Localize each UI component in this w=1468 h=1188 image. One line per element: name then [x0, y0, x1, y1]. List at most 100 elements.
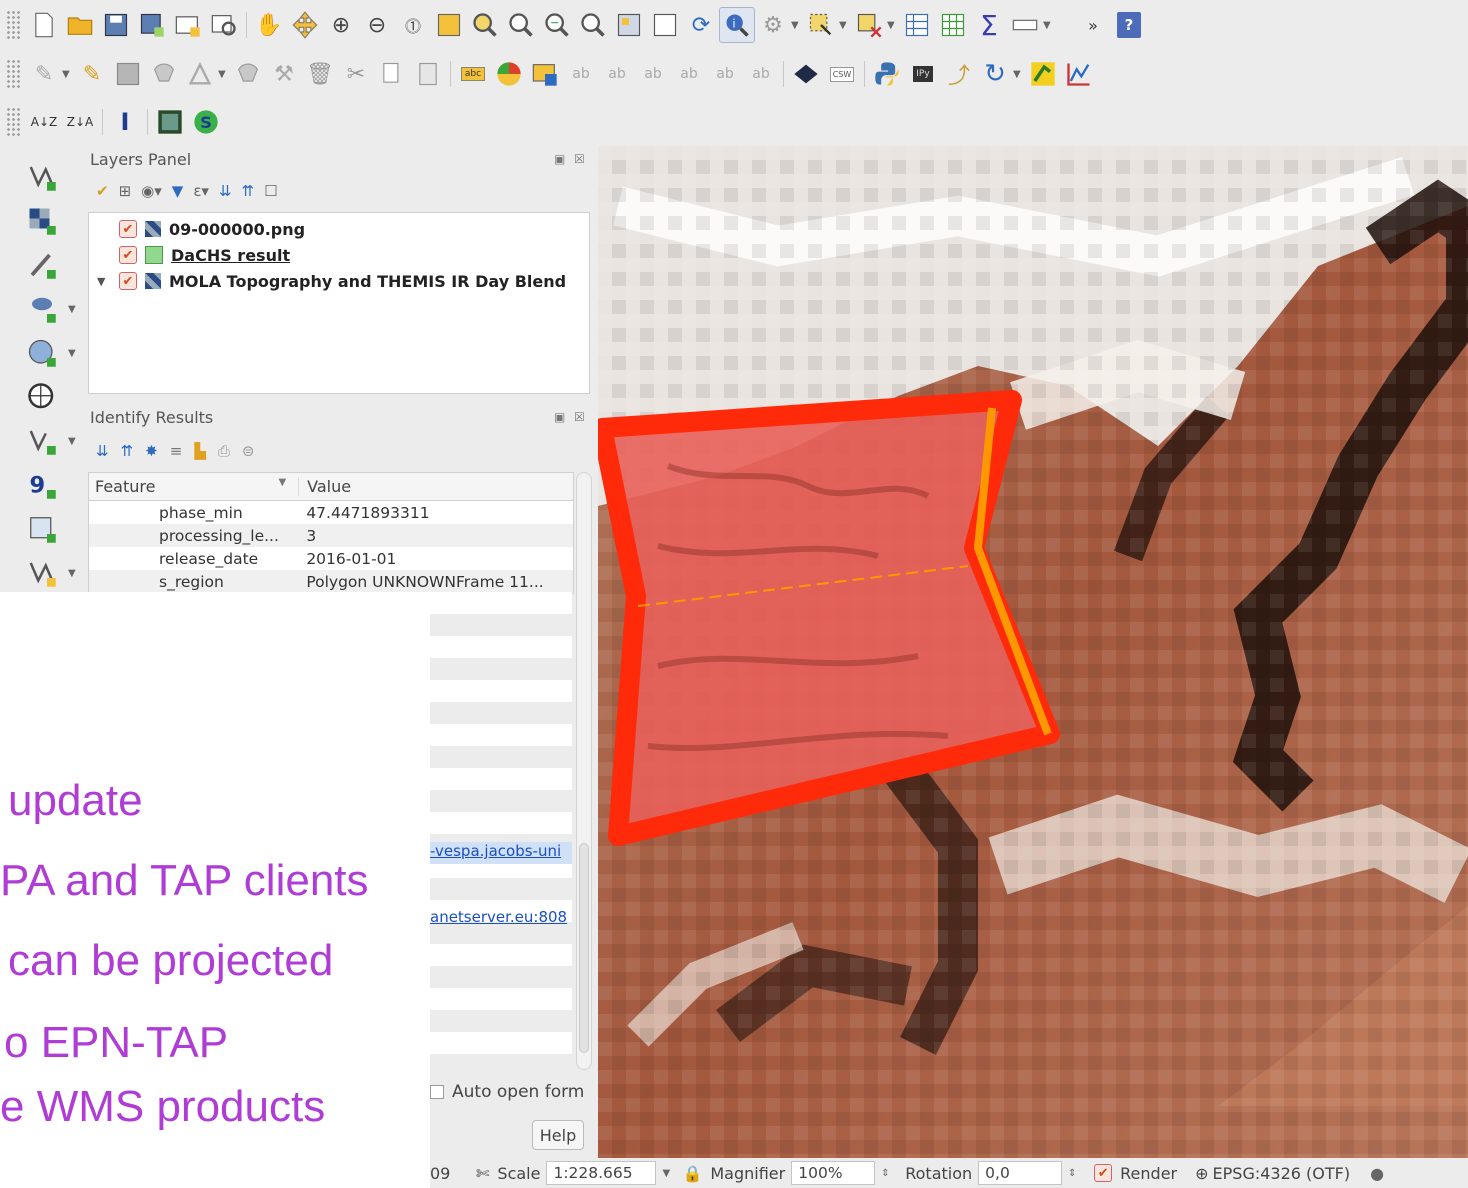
copy-features-icon[interactable] — [374, 56, 410, 92]
filter-expression-icon[interactable]: ε▾ — [193, 182, 209, 200]
s-plugin-icon[interactable]: S — [188, 104, 224, 140]
pin-labels-icon[interactable] — [527, 56, 563, 92]
table-row[interactable]: processing_le... 3 — [89, 524, 573, 547]
refresh-icon[interactable]: ⟳ — [683, 7, 719, 43]
identify-icon[interactable]: i — [719, 7, 755, 43]
chevron-down-icon[interactable]: ▼ — [62, 69, 74, 80]
clear-results-icon[interactable]: ≡ — [170, 442, 183, 460]
move-feature-icon[interactable] — [230, 56, 266, 92]
chevron-down-icon[interactable]: ▼ — [68, 348, 76, 359]
scale-input[interactable]: 1:228.665 — [546, 1161, 657, 1185]
access-url-link[interactable]: -vespa.jacobs-uni — [430, 842, 572, 864]
remove-layer-icon[interactable]: ☐ — [264, 182, 277, 200]
add-wms-layer-icon[interactable] — [22, 336, 62, 370]
help-icon[interactable]: ? — [1117, 12, 1141, 38]
zoom-native-icon[interactable]: ⓵ — [395, 7, 431, 43]
copy-feature-icon[interactable]: ▙ — [194, 442, 206, 460]
open-project-icon[interactable] — [62, 7, 98, 43]
chevron-down-icon[interactable]: ▼ — [68, 304, 76, 315]
vertical-scrollbar[interactable] — [576, 472, 592, 1070]
plugin-icon[interactable] — [1025, 56, 1061, 92]
save-edits-icon[interactable] — [110, 56, 146, 92]
help-button[interactable]: Help — [532, 1120, 584, 1150]
paste-features-icon[interactable] — [410, 56, 446, 92]
checkbox-checked-icon[interactable]: ✔ — [119, 220, 137, 238]
raster-tool-icon[interactable] — [152, 104, 188, 140]
crs-icon[interactable]: ⊕ — [1195, 1164, 1208, 1183]
add-spatialite-layer-icon[interactable] — [22, 512, 62, 546]
cut-features-icon[interactable]: ✂ — [338, 56, 374, 92]
settings-icon[interactable]: ⊜ — [242, 442, 255, 460]
vertex-tool-icon[interactable] — [182, 56, 218, 92]
statistics-icon[interactable]: Σ — [971, 7, 1007, 43]
add-wcs-layer-icon[interactable] — [22, 380, 62, 414]
service-url-link[interactable]: anetserver.eu:808 — [430, 908, 572, 930]
zoom-to-selection-icon[interactable] — [467, 7, 503, 43]
close-panel-icon[interactable]: ☒ — [574, 152, 585, 166]
diagram-icon[interactable] — [491, 56, 527, 92]
collapse-all-icon[interactable]: ⇈ — [242, 182, 255, 200]
close-panel-icon[interactable]: ☒ — [574, 410, 585, 424]
sync-icon[interactable]: ↻ — [977, 56, 1013, 92]
chevron-down-icon[interactable]: ▼ — [662, 1168, 682, 1179]
rotation-input[interactable]: 0,0 — [978, 1161, 1063, 1185]
toggle-editing-icon[interactable]: ✎ — [74, 56, 110, 92]
new-vector-layer-icon[interactable] — [22, 556, 62, 590]
deselect-icon[interactable] — [851, 7, 887, 43]
csw-icon[interactable]: CSW — [824, 56, 860, 92]
pan-icon[interactable]: ✋ — [251, 7, 287, 43]
show-hide-labels-icon[interactable]: ab — [599, 56, 635, 92]
spinner-icon[interactable]: ⇕ — [881, 1168, 897, 1179]
column-header-feature[interactable]: Feature ▼ — [89, 477, 298, 496]
measure-icon[interactable] — [1007, 7, 1043, 43]
highlight-labels-icon[interactable]: ab — [563, 56, 599, 92]
label-abc-icon[interactable]: abc — [455, 56, 491, 92]
add-delimited-text-icon[interactable] — [22, 248, 62, 282]
rotate-label-icon[interactable]: ab — [671, 56, 707, 92]
checkbox-unchecked-icon[interactable] — [430, 1085, 444, 1099]
sort-za-icon[interactable]: Z↓A — [62, 104, 98, 140]
spinner-icon[interactable]: ⇕ — [1068, 1168, 1084, 1179]
column-header-value[interactable]: Value — [298, 477, 573, 496]
add-vector-layer-icon[interactable] — [22, 160, 62, 194]
add-database-layer-icon[interactable] — [22, 292, 62, 326]
add-feature-icon[interactable] — [146, 56, 182, 92]
ipython-icon[interactable]: IPy — [905, 56, 941, 92]
overflow-icon[interactable]: » — [1075, 7, 1111, 43]
layer-item-dachs[interactable]: ✔ DaCHS result — [119, 243, 290, 267]
text-cursor-icon[interactable]: I — [107, 104, 143, 140]
zoom-next-icon[interactable] — [575, 7, 611, 43]
add-virtual-layer-icon[interactable] — [22, 424, 62, 458]
current-edits-icon[interactable]: ✎ — [26, 56, 62, 92]
style-manager-icon[interactable]: ✔ — [96, 182, 109, 200]
move-label-icon[interactable]: ab — [635, 56, 671, 92]
new-print-layout-icon[interactable] — [170, 7, 206, 43]
chevron-down-icon[interactable]: ▼ — [791, 20, 803, 31]
visibility-icon[interactable]: ◉▾ — [141, 182, 162, 200]
float-panel-icon[interactable]: ▣ — [554, 152, 565, 166]
zoom-last-icon[interactable] — [539, 7, 575, 43]
toolbar-grip[interactable] — [6, 10, 22, 40]
layer-item-mola[interactable]: ▼ ✔ MOLA Topography and THEMIS IR Day Bl… — [97, 269, 566, 293]
zoom-out-icon[interactable]: ⊖ — [359, 7, 395, 43]
print-icon[interactable]: ⎙ — [218, 442, 230, 460]
georeferencer-icon[interactable]: ⤴ — [941, 56, 977, 92]
delete-selected-icon[interactable]: 🗑 — [302, 56, 338, 92]
table-row[interactable]: s_region Polygon UNKNOWNFrame 11... — [89, 570, 573, 593]
scale-lock-icon[interactable]: ✄ — [476, 1164, 489, 1183]
chevron-down-icon[interactable]: ▼ — [839, 20, 851, 31]
expand-all-icon[interactable]: ⇊ — [219, 182, 232, 200]
auto-open-form-option[interactable]: Auto open form — [430, 1082, 584, 1102]
chevron-down-icon[interactable]: ▼ — [1043, 20, 1055, 31]
map-canvas[interactable] — [598, 146, 1468, 1158]
filter-icon[interactable]: ▼ — [172, 182, 184, 200]
toolbar-grip[interactable] — [6, 59, 22, 89]
chevron-down-icon[interactable]: ▼ — [887, 20, 899, 31]
layout-manager-icon[interactable] — [206, 7, 242, 43]
table-row[interactable]: phase_min 47.4471893311 — [89, 501, 573, 524]
pan-to-selection-icon[interactable] — [287, 7, 323, 43]
chevron-down-icon[interactable]: ▼ — [218, 69, 230, 80]
run-action-icon[interactable]: ⚙ — [755, 7, 791, 43]
float-panel-icon[interactable]: ▣ — [554, 410, 565, 424]
chevron-down-icon[interactable]: ▼ — [1013, 69, 1025, 80]
